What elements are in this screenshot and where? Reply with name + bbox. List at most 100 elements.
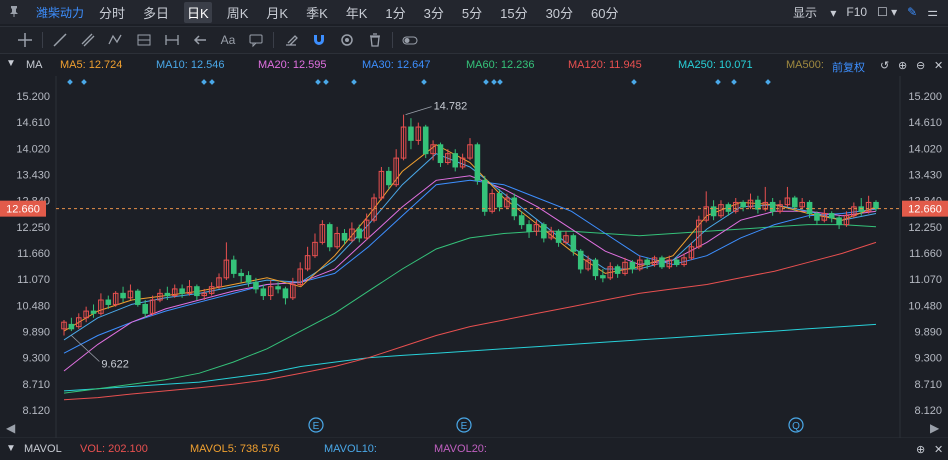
sliders-icon[interactable]: ⚌ — [927, 5, 938, 19]
close-icon[interactable]: ✕ — [934, 443, 943, 456]
candle-body — [386, 170, 392, 186]
scroll-left-icon[interactable]: ◀ — [6, 421, 16, 435]
add-icon[interactable]: ⊕ — [916, 443, 925, 456]
event-diamond-marker — [209, 79, 215, 85]
y-tick-label-left: 11.660 — [17, 248, 50, 260]
scroll-right-icon[interactable]: ▶ — [930, 421, 940, 435]
display-label: 显示 — [792, 5, 817, 20]
candle-body — [614, 266, 621, 274]
pin-icon[interactable] — [8, 5, 20, 17]
candle-body — [792, 197, 798, 208]
line-tool-icon[interactable] — [49, 31, 71, 49]
tab-period[interactable]: 季K — [303, 2, 331, 23]
divider — [42, 32, 43, 48]
candle-body — [755, 199, 761, 210]
y-tick-label-left: 13.430 — [16, 170, 50, 182]
event-diamond-marker — [715, 79, 721, 85]
ma-legend-bar: ▼ MA MA5: 12.724 MA10: 12.546 MA20: 12.5… — [0, 56, 948, 74]
candle-body — [659, 257, 665, 268]
collapse-icon[interactable]: ▼ — [6, 443, 16, 454]
f10-button[interactable]: F10 — [846, 5, 867, 19]
mavol5-value: MAVOL5: 738.576 — [190, 443, 280, 455]
checkbox-dropdown[interactable]: ☐ ▾ — [877, 5, 897, 19]
arrow-tool-icon[interactable] — [189, 31, 211, 49]
ma-label: MA — [26, 59, 43, 71]
y-tick-label-right: 14.020 — [908, 143, 942, 155]
pen-icon[interactable]: ✎ — [907, 5, 917, 19]
comment-icon[interactable] — [245, 31, 267, 49]
candle-body — [194, 286, 200, 297]
toggle-icon[interactable] — [399, 31, 421, 49]
candle-body — [437, 144, 444, 164]
candle-body — [496, 193, 503, 208]
y-tick-label-left: 9.890 — [22, 327, 50, 339]
trash-icon[interactable] — [364, 31, 386, 49]
ma120-value: MA120: 11.945 — [568, 59, 642, 71]
crosshair-icon[interactable] — [14, 31, 36, 49]
eye-icon[interactable] — [336, 31, 358, 49]
event-marker-label: Q — [792, 421, 800, 432]
candle-body — [600, 275, 606, 279]
event-marker-label: E — [461, 421, 468, 432]
channel-tool-icon[interactable] — [77, 31, 99, 49]
tab-period[interactable]: 年K — [343, 2, 371, 23]
eraser-icon[interactable] — [280, 31, 302, 49]
wave-tool-icon[interactable] — [105, 31, 127, 49]
close-icon[interactable]: ✕ — [934, 59, 943, 72]
drawing-toolbar: Aa — [0, 26, 948, 54]
ma5-value: MA5: 12.724 — [60, 59, 123, 71]
mavol20-value: MAVOL20: — [434, 443, 487, 455]
candle-body — [806, 201, 813, 215]
candle-body — [629, 261, 636, 270]
candle-body — [164, 292, 171, 297]
vol-value: VOL: 202.100 — [80, 443, 148, 455]
high-price-label: 14.782 — [434, 101, 468, 113]
display-dropdown[interactable]: 显示 ▾ — [793, 4, 836, 21]
y-tick-label-right: 11.660 — [909, 248, 942, 260]
tab-period[interactable]: 周K — [224, 2, 252, 23]
add-icon[interactable]: ⊕ — [898, 59, 907, 72]
tab-period[interactable]: 30分 — [543, 2, 576, 23]
volume-legend-bar: ▼ MAVOL VOL: 202.100 MAVOL5: 738.576 MAV… — [0, 440, 948, 460]
y-tick-label-left: 15.200 — [16, 91, 50, 103]
y-tick-label-right: 15.200 — [908, 91, 942, 103]
candle-body — [253, 281, 259, 290]
candle-body — [260, 288, 267, 297]
tab-period[interactable]: 60分 — [588, 2, 621, 23]
y-tick-label-left: 8.120 — [22, 405, 50, 417]
candlestick-chart[interactable]: 15.200 15.200 14.610 14.610 14.020 14.020 13.4… — [0, 76, 948, 438]
tab-period[interactable]: 月K — [263, 2, 291, 23]
ma20-value: MA20: 12.595 — [258, 59, 327, 71]
y-tick-label-left: 9.300 — [22, 353, 50, 365]
tab-period[interactable]: 多日 — [140, 2, 172, 23]
tab-period[interactable]: 日K — [184, 1, 212, 23]
collapse-icon[interactable]: ▼ — [6, 58, 16, 69]
candle-body — [592, 259, 599, 277]
low-price-label: 9.622 — [101, 358, 129, 370]
tab-period[interactable]: 分时 — [96, 2, 128, 23]
tab-period[interactable]: 5分 — [459, 2, 485, 23]
fib-tool-icon[interactable] — [133, 31, 155, 49]
adjust-label[interactable]: 前复权 — [832, 59, 865, 75]
price-chart[interactable]: 15.200 15.200 14.610 14.610 14.020 14.020 13.4… — [0, 76, 948, 438]
ma500-value: MA500: — [786, 59, 824, 71]
remove-icon[interactable]: ⊖ — [916, 59, 925, 72]
candle-body — [769, 201, 776, 212]
y-tick-label-right: 11.070 — [909, 274, 942, 286]
event-diamond-marker — [631, 79, 637, 85]
tab-period[interactable]: 1分 — [382, 2, 408, 23]
event-diamond-marker — [81, 79, 87, 85]
event-diamond-marker — [491, 79, 497, 85]
tab-period[interactable]: 3分 — [421, 2, 447, 23]
text-tool-button[interactable]: Aa — [217, 31, 239, 49]
range-tool-icon[interactable] — [161, 31, 183, 49]
stock-name[interactable]: 潍柴动力 — [36, 4, 84, 21]
magnet-icon[interactable] — [308, 31, 330, 49]
y-tick-label-right: 10.480 — [908, 300, 942, 312]
ma-line-ma60 — [63, 224, 877, 394]
y-tick-label-left: 12.250 — [16, 222, 50, 234]
ma-line-ma250 — [63, 323, 877, 392]
tab-period[interactable]: 15分 — [497, 2, 530, 23]
event-diamond-marker — [421, 79, 427, 85]
undo-icon[interactable]: ↺ — [880, 59, 889, 72]
